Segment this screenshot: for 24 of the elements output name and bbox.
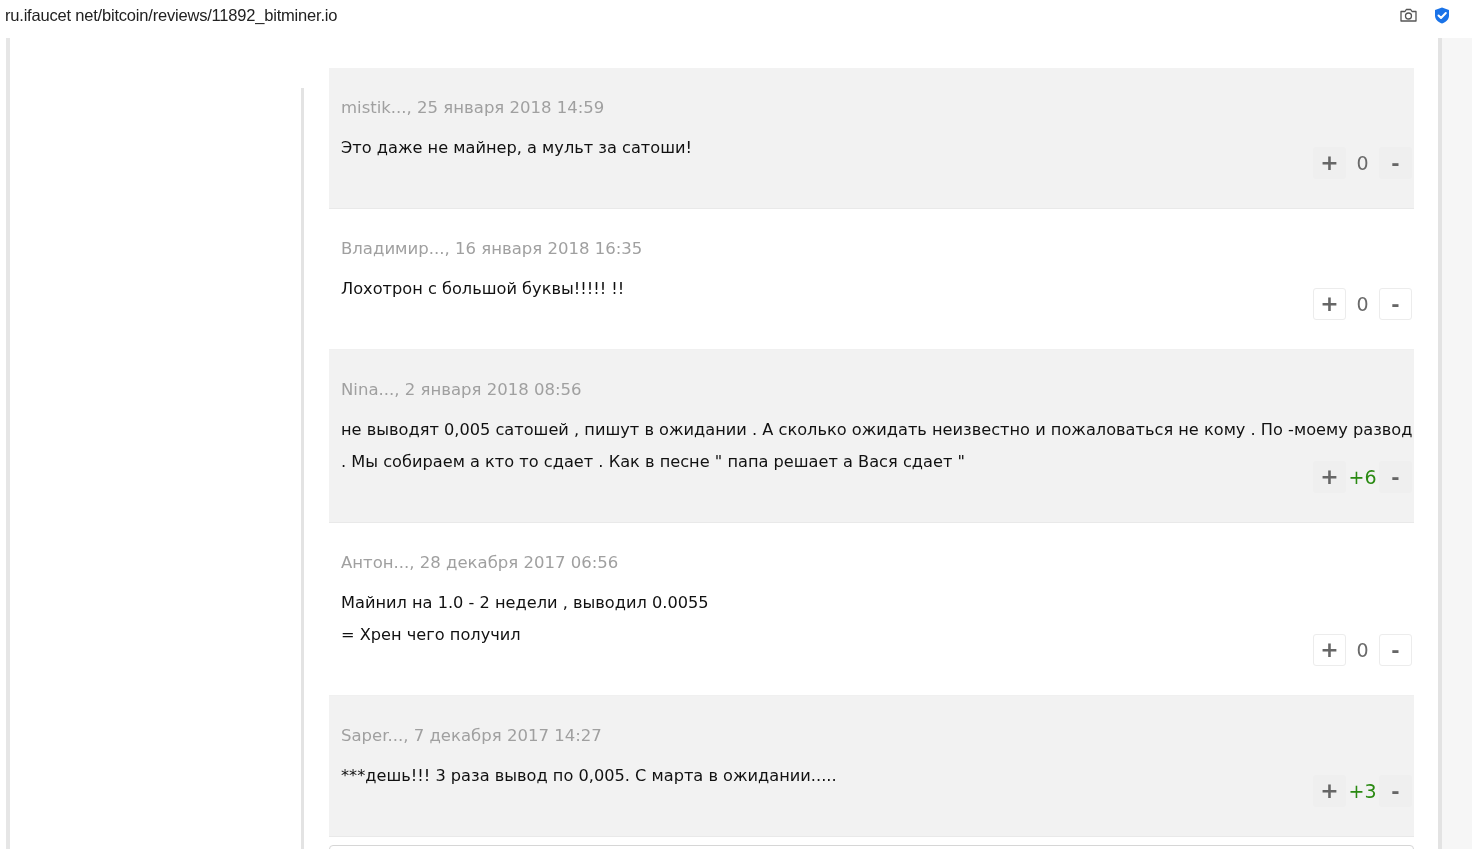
comment-text: . Мы собираем а кто то сдает . Как в песне " папа решает а Вася сдает " (341, 451, 965, 473)
vote-score: +6 (1347, 467, 1378, 487)
upvote-button[interactable]: + (1313, 288, 1346, 320)
comment-meta: Владимир..., 16 января 2018 16:35 (341, 238, 643, 260)
downvote-button[interactable]: - (1379, 288, 1412, 320)
downvote-button[interactable]: - (1379, 634, 1412, 666)
comment-text: Майнил на 1.0 - 2 недели , выводил 0.0055 (341, 592, 709, 614)
camera-icon[interactable] (1400, 8, 1417, 22)
upvote-button[interactable]: + (1313, 634, 1346, 666)
comment-meta: Nina..., 2 января 2018 08:56 (341, 379, 582, 401)
address-url[interactable]: ru.ifaucet net/bitcoin/reviews/11892_bitminer.io (5, 2, 338, 28)
comment-meta: Saper..., 7 декабря 2017 14:27 (341, 725, 602, 747)
vote-score: 0 (1355, 294, 1370, 314)
comment-text: не выводят 0,005 сатошей , пишут в ожидании . А сколько ожидать неизвестно и пожаловаться не кому . По -моему развод (341, 419, 1413, 441)
comment-text: Лохотрон с большой буквы!!!!! !! (341, 278, 625, 300)
vote-score: +3 (1347, 781, 1378, 801)
vote-score: 0 (1355, 640, 1370, 660)
comment-text: ***дешь!!! 3 раза вывод по 0,005. С марта в ожидании..... (341, 765, 837, 787)
comment-text: = Хрен чего получил (341, 624, 521, 646)
comment-text: Это даже не майнер, а мульт за сатоши! (341, 137, 692, 159)
comment-meta: Антон..., 28 декабря 2017 06:56 (341, 552, 619, 574)
shield-check-icon[interactable] (1434, 6, 1450, 24)
comment-meta: mistik..., 25 января 2018 14:59 (341, 97, 605, 119)
vote-score: 0 (1355, 153, 1370, 173)
